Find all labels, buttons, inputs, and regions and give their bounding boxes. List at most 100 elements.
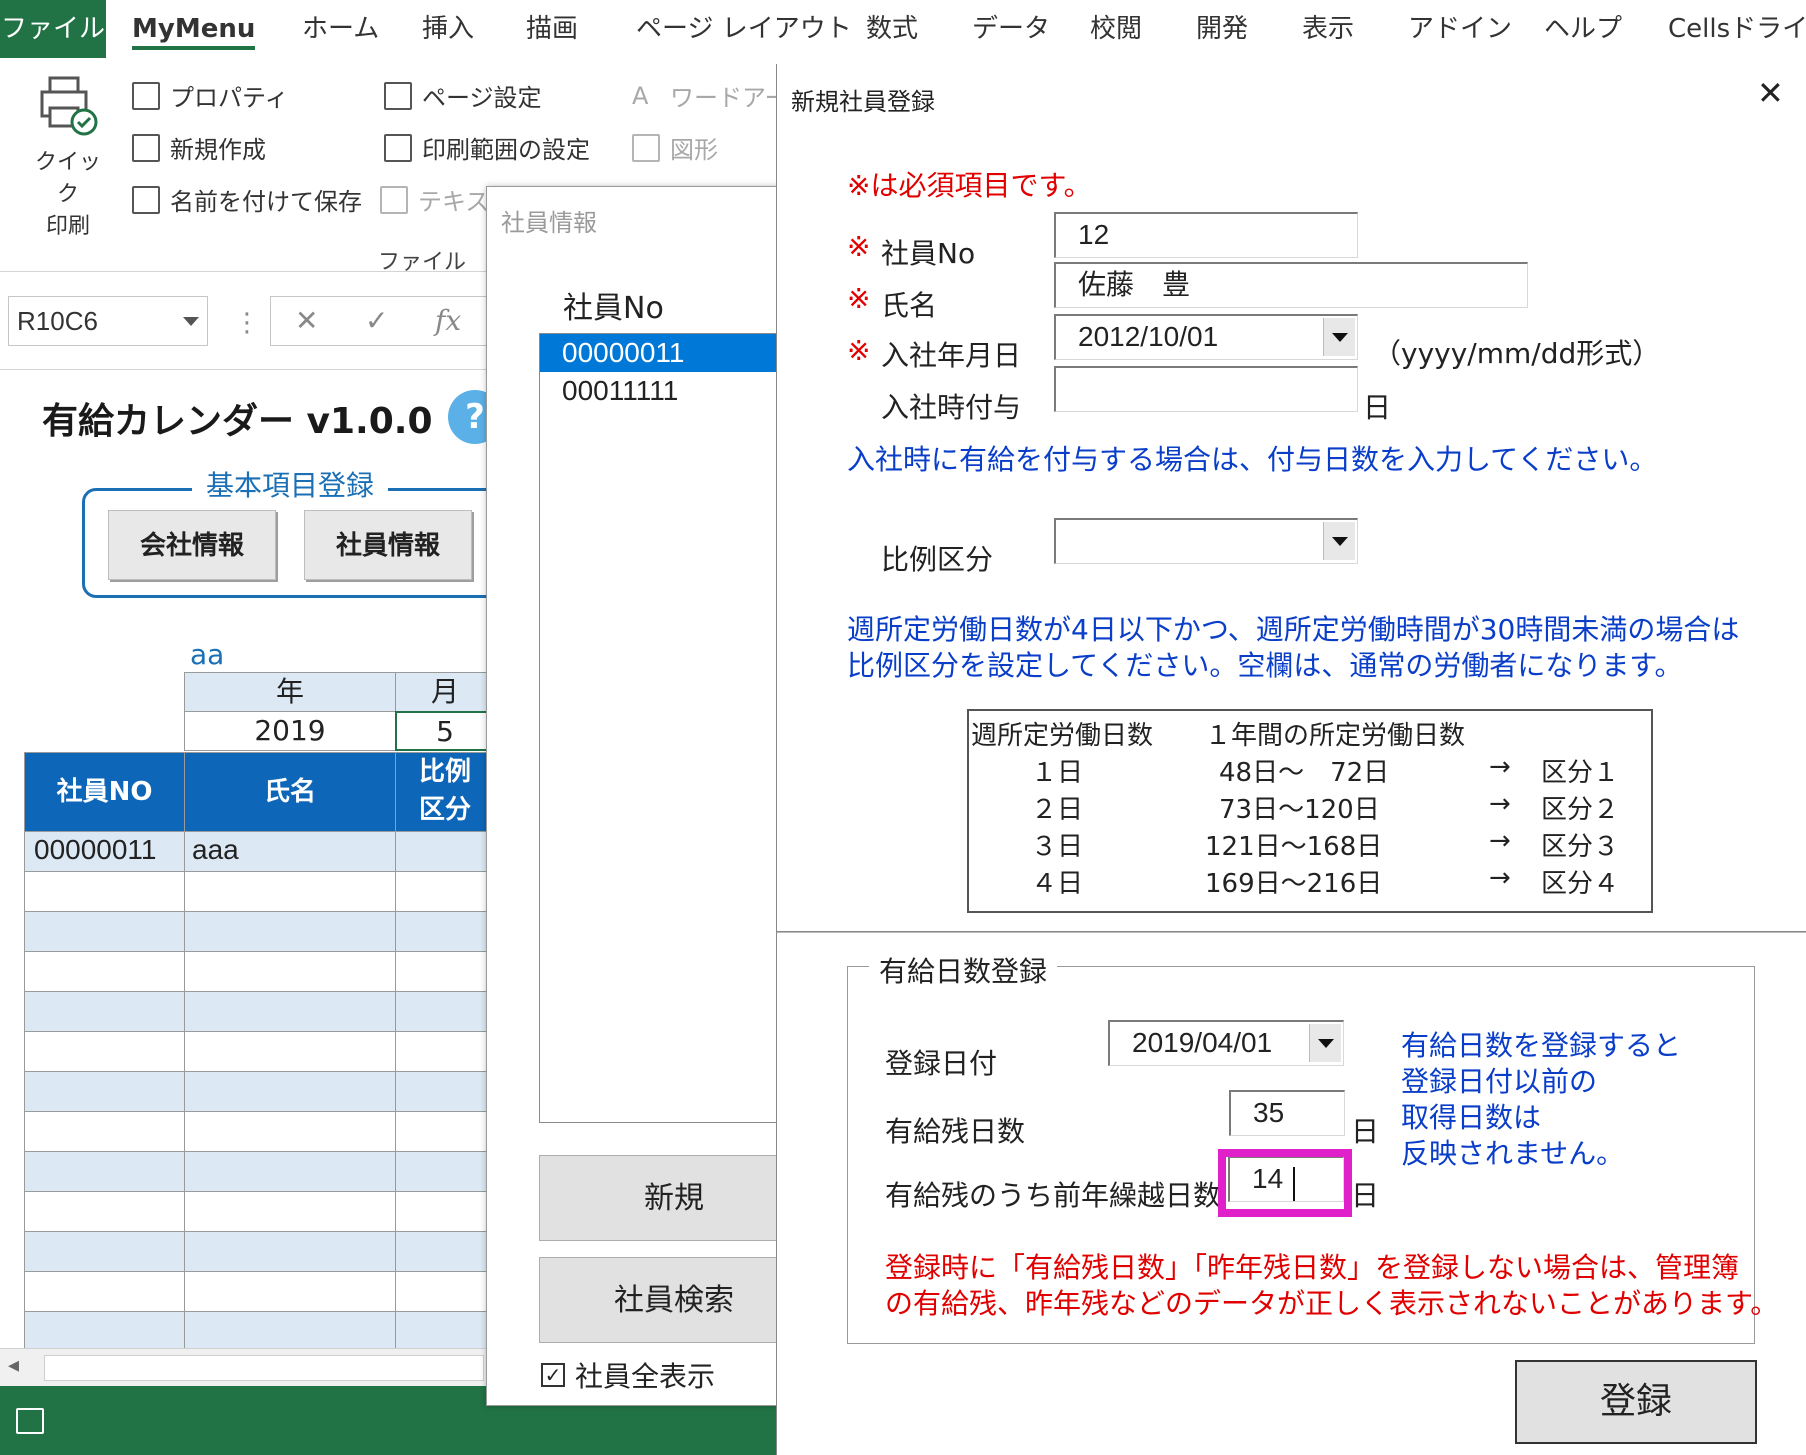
- shapes-button[interactable]: 図形: [632, 130, 718, 165]
- grid-line: [395, 832, 396, 1362]
- tab-developer[interactable]: 開発: [1196, 0, 1248, 58]
- table-row[interactable]: [24, 1272, 494, 1312]
- table-row[interactable]: [24, 1312, 494, 1352]
- chevron-down-icon[interactable]: [1323, 522, 1355, 560]
- tab-home[interactable]: ホーム: [302, 0, 379, 58]
- table-row[interactable]: [24, 992, 494, 1032]
- scrollbar-thumb[interactable]: [44, 1355, 484, 1381]
- tab-file[interactable]: ファイル: [0, 0, 106, 58]
- tab-addins[interactable]: アドイン: [1408, 0, 1512, 58]
- arrow-icon: →: [1489, 863, 1511, 893]
- employee-info-button[interactable]: 社員情報: [304, 510, 472, 580]
- formula-buttons: ✕ ✓ fx: [270, 296, 490, 346]
- tab-review[interactable]: 校閲: [1090, 0, 1142, 58]
- chevron-down-icon[interactable]: [1309, 1024, 1341, 1062]
- tab-page-layout[interactable]: ページ レイアウト: [636, 0, 852, 58]
- new-employee-button[interactable]: 新規: [539, 1155, 809, 1241]
- table-row[interactable]: [24, 952, 494, 992]
- horizontal-scrollbar[interactable]: ◂: [0, 1348, 490, 1386]
- page-setup-label: ページ設定: [422, 84, 542, 112]
- reg-date-select[interactable]: 2019/04/01: [1108, 1020, 1344, 1066]
- list-item[interactable]: 00011111: [540, 372, 808, 410]
- table-row[interactable]: [24, 1112, 494, 1152]
- table-row[interactable]: 00000011 aaa: [24, 832, 494, 872]
- tab-insert[interactable]: 挿入: [422, 0, 474, 58]
- join-date-label: 入社年月日: [881, 339, 1022, 372]
- table-row[interactable]: [24, 1152, 494, 1192]
- text-cursor: [1293, 1167, 1295, 1201]
- chevron-down-icon[interactable]: [1323, 318, 1355, 356]
- ratio-days: ３日: [1031, 832, 1084, 862]
- chevron-down-icon[interactable]: [183, 317, 199, 326]
- join-grant-field[interactable]: [1054, 366, 1358, 412]
- employee-dialog-title: 社員情報: [501, 209, 597, 237]
- table-row[interactable]: [24, 912, 494, 952]
- show-all-checkbox[interactable]: ✓ 社員全表示: [541, 1355, 715, 1395]
- remaining-field[interactable]: 35: [1229, 1090, 1345, 1136]
- print-area-button[interactable]: 印刷範囲の設定: [384, 130, 590, 165]
- year-cell[interactable]: 2019: [184, 711, 396, 751]
- name-box[interactable]: R10C6: [8, 296, 208, 346]
- tab-view[interactable]: 表示: [1302, 0, 1354, 58]
- name-box-value: R10C6: [17, 306, 98, 336]
- ratio-table-header-1: 週所定労働日数: [971, 721, 1154, 751]
- day-unit: 日: [1351, 1179, 1380, 1212]
- emp-no-label: 社員No: [881, 237, 976, 270]
- save-as-button[interactable]: 名前を付けて保存: [132, 182, 362, 217]
- reg-date-label: 登録日付: [885, 1047, 998, 1080]
- table-row[interactable]: [24, 872, 494, 912]
- side-note-line3: 取得日数は: [1401, 1101, 1542, 1134]
- emp-no-field[interactable]: 12: [1054, 212, 1358, 258]
- page-setup-button[interactable]: ページ設定: [384, 78, 542, 113]
- side-note-line4: 反映されません。: [1401, 1137, 1625, 1170]
- employee-search-button[interactable]: 社員検索: [539, 1257, 809, 1343]
- wordart-icon: A: [632, 81, 660, 110]
- table-row[interactable]: [24, 1072, 494, 1112]
- ratio-table: 週所定労働日数 １年間の所定労働日数 １日 48日～ 72日 → 区分１ ２日 …: [967, 709, 1653, 913]
- remaining-label: 有給残日数: [885, 1115, 1026, 1148]
- row-employee-no: 00000011: [34, 834, 157, 865]
- ribbon-tab-bar: ファイル MyMenu ホーム 挿入 描画 ページ レイアウト 数式 データ 校…: [0, 0, 1806, 58]
- function-icon[interactable]: fx: [435, 297, 461, 345]
- tab-help[interactable]: ヘルプ: [1544, 0, 1622, 58]
- tab-formulas[interactable]: 数式: [866, 0, 918, 58]
- warning-line1: 登録時に「有給残日数」「昨年残日数」を登録しない場合は、管理簿: [885, 1251, 1740, 1284]
- arrow-icon: →: [1489, 752, 1511, 782]
- checkbox-checked-icon[interactable]: ✓: [541, 1363, 565, 1387]
- worksheet: 有給カレンダー v1.0.0 ? 基本項目登録 会社情報 社員情報 aa 年 月…: [0, 370, 502, 1362]
- tab-data[interactable]: データ: [972, 0, 1050, 58]
- table-row[interactable]: [24, 1192, 494, 1232]
- new-button[interactable]: 新規作成: [132, 130, 266, 165]
- more-options-icon[interactable]: ⋮: [234, 308, 260, 338]
- new-label: 新規作成: [170, 136, 266, 164]
- company-info-button[interactable]: 会社情報: [108, 510, 276, 580]
- list-item[interactable]: 00000011: [540, 334, 808, 372]
- quick-print-button[interactable]: クイック 印刷: [28, 74, 108, 240]
- enter-icon[interactable]: ✓: [365, 297, 388, 345]
- focus-highlight: [1218, 1149, 1352, 1217]
- tab-draw[interactable]: 描画: [526, 0, 578, 58]
- tab-cells-drive[interactable]: Cellsドライブ: [1668, 0, 1806, 58]
- register-button[interactable]: 登録: [1515, 1360, 1757, 1444]
- ratio-note-line2: 比例区分を設定してください。空欄は、通常の労働者になります。: [847, 649, 1683, 682]
- required-mark: ※: [847, 334, 871, 367]
- ratio-days: ２日: [1031, 795, 1084, 825]
- tab-mymenu[interactable]: MyMenu: [132, 0, 256, 58]
- printer-icon: [40, 76, 98, 136]
- col-header-ratio-line1: 比例: [418, 757, 471, 787]
- close-icon[interactable]: ✕: [1757, 74, 1784, 112]
- required-mark: ※: [847, 230, 871, 263]
- ratio-select[interactable]: [1054, 518, 1358, 564]
- table-row[interactable]: [24, 1232, 494, 1272]
- month-cell[interactable]: 5: [395, 711, 495, 751]
- cancel-icon[interactable]: ✕: [295, 297, 318, 345]
- join-date-select[interactable]: 2012/10/01: [1054, 314, 1358, 360]
- scroll-left-icon[interactable]: ◂: [8, 1353, 19, 1378]
- col-header-name: 氏名: [184, 752, 396, 832]
- name-field[interactable]: 佐藤 豊: [1054, 262, 1528, 308]
- properties-button[interactable]: プロパティ: [132, 78, 289, 113]
- sheet-view-icon[interactable]: [16, 1408, 44, 1434]
- table-row[interactable]: [24, 1032, 494, 1072]
- employee-listbox[interactable]: 00000011 00011111: [539, 333, 809, 1123]
- show-all-label: 社員全表示: [575, 1360, 716, 1393]
